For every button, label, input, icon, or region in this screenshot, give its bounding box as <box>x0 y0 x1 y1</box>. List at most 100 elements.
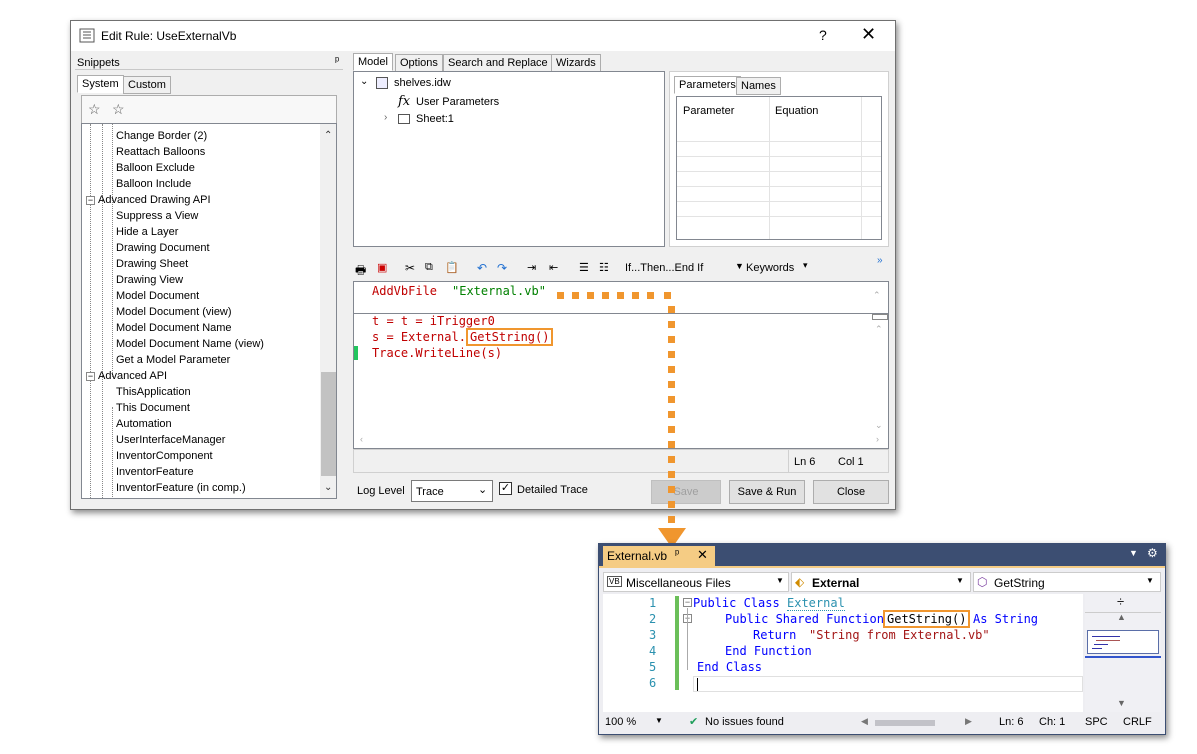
snippet-item[interactable]: Model Document (view) <box>116 306 232 318</box>
close-icon[interactable]: ✕ <box>861 24 876 45</box>
snippet-item[interactable]: ThisApplication <box>116 386 191 398</box>
tab-wizards[interactable]: Wizards <box>551 54 601 72</box>
nav-project-select[interactable]: VB Miscellaneous Files ▼ <box>603 572 789 592</box>
keywords-dropdown-icon[interactable]: ▼ <box>735 261 744 271</box>
snippet-item[interactable]: Model Document Name <box>116 322 232 334</box>
method-icon: ⬡ <box>977 575 988 589</box>
snippet-item[interactable]: Balloon Exclude <box>116 162 195 174</box>
overflow-icon[interactable]: » <box>877 255 883 266</box>
hscroll-thumb[interactable] <box>875 720 935 726</box>
snippet-category[interactable]: Advanced Drawing API <box>98 194 211 206</box>
tab-custom[interactable]: Custom <box>123 76 171 94</box>
nav-class-select[interactable]: ⬖ External ▼ <box>791 572 971 592</box>
tab-parameters[interactable]: Parameters <box>674 76 741 94</box>
tab-search-replace[interactable]: Search and Replace <box>443 54 553 72</box>
vs-code-area[interactable]: 1 2 3 4 5 6 − − Public Class External Pu… <box>603 594 1083 712</box>
status-spc[interactable]: SPC <box>1085 716 1108 728</box>
code-line-2-text: t = iTrigger0 <box>400 314 495 328</box>
line-number: 4 <box>649 644 657 658</box>
code-editor[interactable]: t = t = iTrigger0 s = External. GetStrin… <box>353 313 889 449</box>
model-file-name[interactable]: shelves.idw <box>394 77 451 89</box>
scroll-up-icon[interactable]: ⌃ <box>873 290 881 301</box>
vs-tabstrip: External.vb ᵖ ✕ ▼ ⚙ <box>599 544 1165 566</box>
snippet-item[interactable]: InventorFeature <box>116 466 194 478</box>
snippet-item[interactable]: Model Document Name (view) <box>116 338 264 350</box>
pin-icon[interactable]: ᵖ <box>675 548 679 560</box>
close-tab-icon[interactable]: ✕ <box>697 547 708 563</box>
detailed-trace-checkbox[interactable]: ✓ <box>499 482 512 495</box>
save-run-button[interactable]: Save & Run <box>729 480 805 504</box>
snippet-item[interactable]: Model Document <box>116 290 199 302</box>
if-then-button[interactable]: If...Then...End If <box>625 262 703 274</box>
split-icon[interactable]: ÷ <box>1117 594 1124 609</box>
save-button[interactable]: Save <box>651 480 721 504</box>
snippet-item[interactable]: Balloon Include <box>116 178 191 190</box>
snippet-item[interactable]: Suppress a View <box>116 210 198 222</box>
log-level-label: Log Level <box>357 485 405 497</box>
snippet-category[interactable]: Advanced API <box>98 370 167 382</box>
log-level-select[interactable]: Trace ⌄ <box>411 480 493 502</box>
outdent-icon[interactable]: ⇤ <box>549 261 558 274</box>
code-kw-addvbfile: AddVbFile <box>372 284 438 298</box>
snippet-item[interactable]: This Document <box>116 402 190 414</box>
scroll-right-icon[interactable]: ▶ <box>965 716 972 727</box>
tab-names[interactable]: Names <box>736 77 781 95</box>
undo-icon[interactable]: ↶ <box>477 261 487 275</box>
uncomment-icon[interactable]: ☷ <box>599 261 609 274</box>
comment-icon[interactable]: ☰ <box>579 261 589 274</box>
snippet-item[interactable]: Reattach Balloons <box>116 146 205 158</box>
tab-external-vb[interactable]: External.vb ᵖ ✕ <box>603 546 715 566</box>
settings-gear-icon[interactable]: ⚙ <box>1147 546 1158 560</box>
code-scrollbar[interactable]: ⌃ ⌄ › <box>872 314 889 448</box>
snippet-item[interactable]: Drawing View <box>116 274 183 286</box>
tab-options[interactable]: Options <box>395 54 443 72</box>
redo-icon[interactable]: ↷ <box>497 261 507 275</box>
snippet-item[interactable]: Drawing Document <box>116 242 210 254</box>
help-button[interactable]: ? <box>819 27 827 43</box>
tree-scrollbar[interactable]: ⌃ ⌄ <box>320 124 336 498</box>
indent-icon[interactable]: ⇥ <box>527 261 536 274</box>
keywords-button[interactable]: Keywords <box>746 262 794 274</box>
expand-chevron-right-icon[interactable]: › <box>384 112 387 123</box>
snippet-item[interactable]: Drawing Sheet <box>116 258 188 270</box>
collapse-toggle-icon[interactable]: − <box>86 196 95 205</box>
tab-model[interactable]: Model <box>353 53 393 71</box>
scroll-up-icon[interactable]: ▲ <box>1117 612 1126 622</box>
close-button[interactable]: Close <box>813 480 889 504</box>
collapse-toggle-icon[interactable]: − <box>683 598 692 607</box>
expand-all-icon[interactable]: ☆ <box>88 101 101 118</box>
print-preview-icon[interactable]: ▣ <box>377 261 387 274</box>
nav-member-select[interactable]: ⬡ GetString ▼ <box>973 572 1161 592</box>
collapse-toggle-icon[interactable]: − <box>86 372 95 381</box>
expand-chevron-icon[interactable]: ⌄ <box>360 76 368 87</box>
map-viewport[interactable] <box>1087 630 1159 654</box>
zoom-level[interactable]: 100 % <box>605 716 636 728</box>
snippet-item[interactable]: InventorComponent <box>116 450 213 462</box>
print-icon[interactable]: 🖶 <box>355 261 366 282</box>
snippet-item[interactable]: UserInterfaceManager <box>116 434 225 446</box>
paste-icon[interactable]: 📋 <box>445 261 459 274</box>
sheet-item[interactable]: Sheet:1 <box>416 113 454 125</box>
scroll-left-icon[interactable]: ◀ <box>861 716 868 727</box>
issues-status[interactable]: No issues found <box>705 716 784 728</box>
scroll-down-icon[interactable]: ▼ <box>1117 698 1126 708</box>
tab-dropdown-icon[interactable]: ▼ <box>1129 548 1138 558</box>
snippet-item[interactable]: Automation <box>116 418 172 430</box>
pin-icon[interactable]: ᵖ <box>335 55 339 67</box>
cut-icon[interactable]: ✂ <box>405 261 415 275</box>
snippet-item[interactable]: Change Border (2) <box>116 130 207 142</box>
snippet-item[interactable]: Hide a Layer <box>116 226 178 238</box>
copy-icon[interactable]: ⧉ <box>425 261 433 274</box>
tab-system[interactable]: System <box>77 75 124 93</box>
keywords-arrow-icon: ▾ <box>803 260 808 270</box>
snippet-item[interactable]: InventorFeature (in comp.) <box>116 482 246 494</box>
status-crlf[interactable]: CRLF <box>1123 716 1152 728</box>
vs-map-scrollbar[interactable]: ÷ ▲ ▼ <box>1085 594 1161 712</box>
scroll-thumb[interactable] <box>321 372 336 476</box>
scroll-down-icon[interactable]: ⌄ <box>324 482 332 493</box>
scroll-up-icon[interactable]: ⌃ <box>324 130 332 141</box>
snippet-item[interactable]: Get a Model Parameter <box>116 354 230 366</box>
collapse-all-icon[interactable]: ☆ <box>112 101 125 118</box>
zoom-dropdown-icon[interactable]: ▼ <box>655 716 663 725</box>
user-parameters[interactable]: User Parameters <box>416 96 499 108</box>
